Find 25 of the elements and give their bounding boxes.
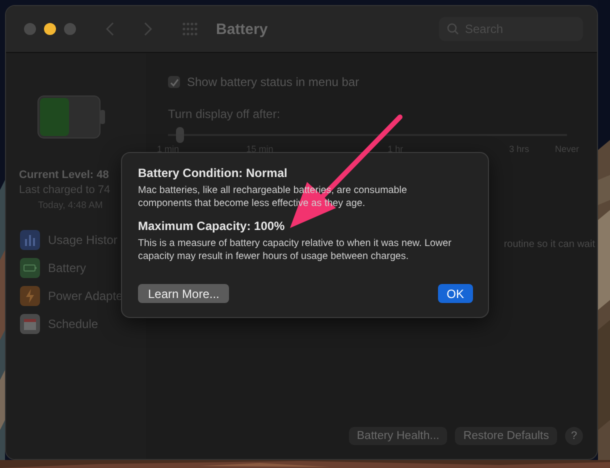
dialog-text: This is a measure of battery capacity relative to when it was new. Lower capacity may result in fewer hours of usage between charges. (138, 237, 452, 263)
footer-button[interactable]: Restore Defaults (455, 427, 557, 445)
help-button[interactable]: ? (565, 427, 583, 445)
checkbox[interactable] (168, 76, 180, 88)
battery-icon (37, 95, 107, 139)
search-icon (447, 23, 459, 35)
bar-chart-icon (20, 230, 40, 250)
dialog-heading: Battery Condition: Normal (138, 166, 288, 180)
slider[interactable] (168, 127, 567, 143)
minimize-button[interactable] (44, 23, 56, 35)
calendar-icon (20, 314, 40, 334)
window-title: Battery (216, 20, 268, 38)
back-icon[interactable] (106, 22, 114, 36)
grid-icon[interactable] (182, 22, 198, 36)
forward-icon[interactable] (144, 22, 152, 36)
learn-more-button[interactable]: Learn More... (138, 284, 230, 303)
ok-button[interactable]: OK (438, 284, 473, 303)
footer-button[interactable]: Battery Health... (348, 427, 448, 445)
slider-thumb[interactable] (176, 127, 184, 143)
close-button[interactable] (24, 23, 36, 35)
zoom-button[interactable] (64, 23, 76, 35)
battery-icon (20, 258, 40, 278)
dialog-heading: Maximum Capacity: 100% (138, 219, 286, 233)
checkbox-label: Show battery status in menu bar (187, 75, 360, 89)
lightning-icon (20, 286, 40, 306)
